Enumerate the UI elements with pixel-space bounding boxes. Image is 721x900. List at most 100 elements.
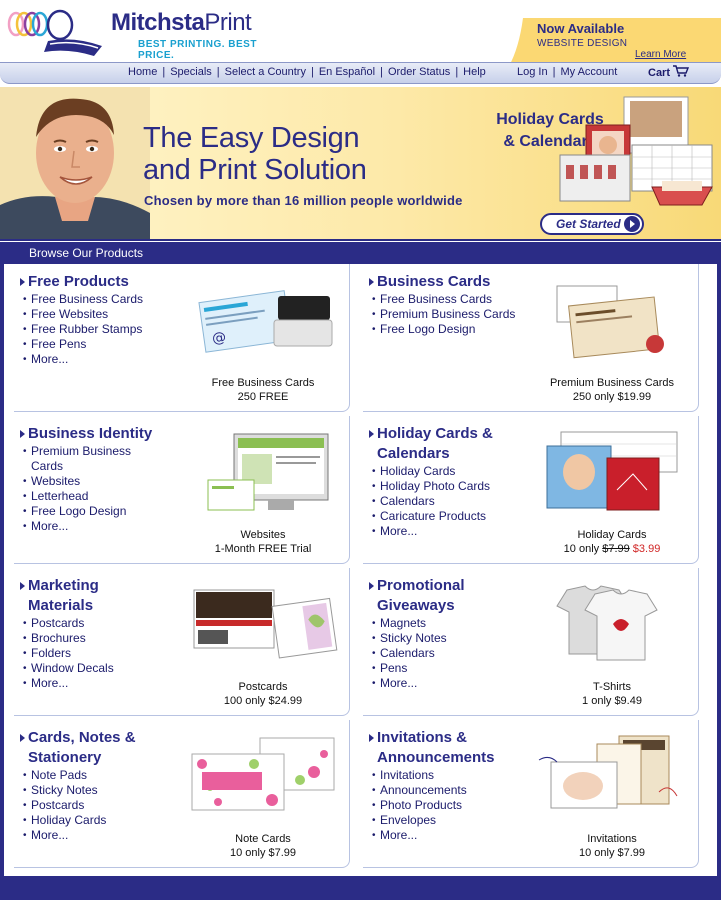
caption-price: 10 only $7.99 [229,847,297,859]
product-link[interactable]: Premium Business Cards [23,444,143,474]
free-business-cards-image[interactable]: @ [188,276,338,366]
t-shirts-image[interactable] [537,580,687,670]
product-link[interactable]: Websites [23,474,173,489]
product-title[interactable]: Promotional Giveaways [369,576,497,616]
caption-name: T-Shirts [593,681,631,693]
hero-subtitle: Chosen by more than 16 million people wo… [144,193,463,208]
product-link[interactable]: Invitations [372,768,522,783]
get-started-button[interactable]: Get Started [540,213,644,235]
nav-my-account[interactable]: My Account [560,66,617,78]
product-grid: Free Products Free Business Cards Free W… [0,264,721,876]
product-link[interactable]: Caricature Products [372,509,522,524]
product-link[interactable]: Free Rubber Stamps [23,322,173,337]
product-link[interactable]: Window Decals [23,661,173,676]
more-link[interactable]: More... [372,524,522,539]
product-links: Premium Business Cards Websites Letterhe… [23,444,173,534]
caption-name: Free Business Cards [211,377,315,389]
product-title[interactable]: Business Identity [20,424,178,444]
caption-price: 100 only $24.99 [223,695,303,707]
product-title[interactable]: Marketing Materials [20,576,138,616]
more-link[interactable]: More... [372,676,522,691]
caption-name: Holiday Cards [577,529,647,541]
product-caption: Invitations 10 only $7.99 [537,832,687,860]
more-link[interactable]: More... [23,519,173,534]
product-link[interactable]: Note Pads [23,768,173,783]
product-link[interactable]: Calendars [372,494,522,509]
product-link[interactable]: Free Pens [23,337,173,352]
product-title[interactable]: Invitations & Announcements [369,728,537,768]
nav-order-status[interactable]: Order Status [388,66,450,78]
holiday-cards-product-image[interactable] [537,428,687,518]
product-link[interactable]: Calendars [372,646,522,661]
product-link[interactable]: Sticky Notes [23,783,173,798]
product-link[interactable]: Holiday Photo Cards [372,479,522,494]
product-caption: Websites 1-Month FREE Trial [188,528,338,556]
product-link[interactable]: Free Logo Design [372,322,522,337]
more-link[interactable]: More... [23,676,173,691]
product-link[interactable]: Envelopes [372,813,522,828]
product-link[interactable]: Brochures [23,631,173,646]
browse-products-bar: Browse Our Products [0,242,721,264]
product-link[interactable]: Free Websites [23,307,173,322]
product-link[interactable]: Letterhead [23,489,173,504]
product-caption: T-Shirts 1 only $9.49 [537,680,687,708]
product-card-cards-notes-stationery: Cards, Notes & Stationery Note Pads Stic… [14,720,350,868]
site-logo[interactable]: MitchstaPrint BEST PRINTING. BEST PRICE. [4,2,294,61]
caption-price: 1 only $9.49 [582,695,642,707]
websites-image[interactable] [188,428,338,518]
product-title[interactable]: Holiday Cards & Calendars [369,424,527,464]
product-card-invitations: Invitations & Announcements Invitations … [363,720,699,868]
hero-title: The Easy Design and Print Solution [143,122,367,186]
product-link[interactable]: Folders [23,646,173,661]
brand-tagline: BEST PRINTING. BEST PRICE. [138,39,257,61]
product-link[interactable]: Photo Products [372,798,522,813]
product-link[interactable]: Free Business Cards [372,292,522,307]
nav-log-in[interactable]: Log In [517,66,548,78]
product-title[interactable]: Cards, Notes & Stationery [20,728,158,768]
product-card-marketing-materials: Marketing Materials Postcards Brochures … [14,568,350,716]
more-link[interactable]: More... [372,828,522,843]
more-link[interactable]: More... [23,828,173,843]
product-link[interactable]: Premium Business Cards [372,307,522,322]
invitations-image[interactable] [537,732,687,822]
product-link[interactable]: Sticky Notes [372,631,522,646]
product-links: Note Pads Sticky Notes Postcards Holiday… [23,768,173,843]
product-link[interactable]: Postcards [23,616,173,631]
note-cards-image[interactable] [188,732,338,822]
more-link[interactable]: More... [23,352,173,367]
nav-en-espanol[interactable]: En Español [319,66,375,78]
cart-icon [673,65,690,77]
product-link[interactable]: Announcements [372,783,522,798]
product-link[interactable]: Postcards [23,798,173,813]
product-link[interactable]: Holiday Cards [23,813,173,828]
premium-business-cards-image[interactable] [537,276,687,366]
top-navigation: Home | Specials | Select a Country | En Españo… [0,62,721,84]
hero-title-line-2: and Print Solution [143,154,367,186]
learn-more-link[interactable]: Learn More [635,49,686,60]
nav-home[interactable]: Home [128,66,157,78]
nav-select-country[interactable]: Select a Country [225,66,306,78]
nav-help[interactable]: Help [463,66,486,78]
cart-link[interactable]: Cart [648,65,690,79]
product-title[interactable]: Business Cards [369,272,527,292]
product-link[interactable]: Magnets [372,616,522,631]
product-links: Holiday Cards Holiday Photo Cards Calend… [372,464,522,539]
holiday-cards-image [559,96,713,206]
product-link[interactable]: Free Logo Design [23,504,173,519]
promo-title: Now Available [537,21,625,36]
caption-name: Postcards [238,681,288,693]
nav-specials[interactable]: Specials [170,66,212,78]
logo-rings-icon [7,9,102,56]
get-started-label: Get Started [556,217,621,231]
brand-name: MitchstaPrint [111,9,252,36]
product-link[interactable]: Free Business Cards [23,292,173,307]
sale-price: $3.99 [632,543,661,555]
product-title[interactable]: Free Products [20,272,178,292]
caption-name: Websites [240,529,286,541]
product-link[interactable]: Pens [372,661,522,676]
svg-text:@: @ [211,329,227,347]
caption-price-prefix: 10 only [563,543,603,555]
product-caption: Free Business Cards 250 FREE [188,376,338,404]
product-link[interactable]: Holiday Cards [372,464,522,479]
postcards-image[interactable] [188,580,338,670]
